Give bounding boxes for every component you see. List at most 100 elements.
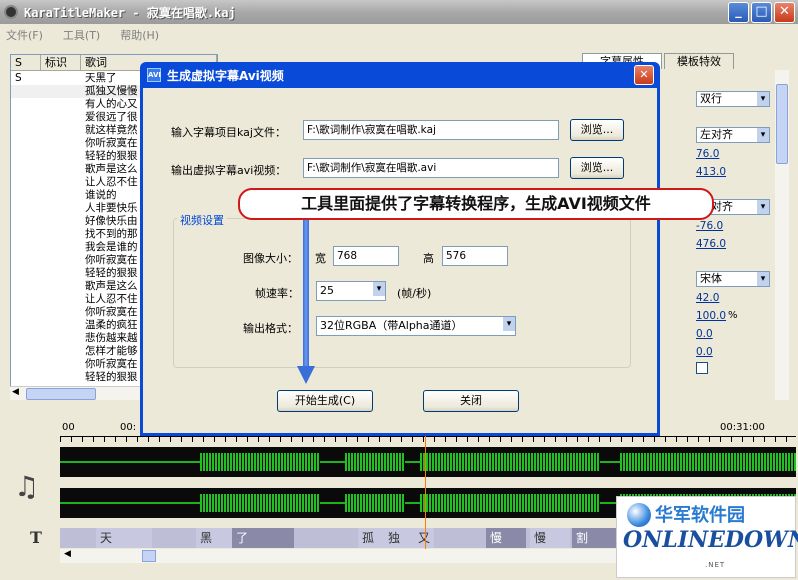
pos-y-value[interactable]: 413.0 [696,166,726,178]
browse-output-button[interactable]: 浏览... [570,157,624,179]
tab-template-effects[interactable]: 模板特效 [664,53,734,69]
lyric-row-s [11,111,41,124]
text-track-icon: T [30,528,42,547]
globe-icon [627,503,651,527]
font-size-value[interactable]: 42.0 [696,292,719,304]
text-segment[interactable]: 黑 [196,528,232,548]
pos-x-value[interactable]: 76.0 [696,148,719,160]
lyric-row-id [41,241,81,254]
lyric-row-id [41,293,81,306]
height-field[interactable]: 576 [442,246,508,266]
lyric-row-id [41,111,81,124]
generate-avi-dialog: AVI 生成虚拟字幕Avi视频 ✕ 输入字幕项目kaj文件： F:\歌词制作\寂… [140,62,660,436]
width-label: 宽 [315,252,326,265]
text-segment[interactable]: 慢 [486,528,526,548]
text-segment[interactable]: 割 [572,528,620,548]
lyric-row-id [41,332,81,345]
text-segment[interactable]: 天 [96,528,152,548]
lyric-row-id [41,85,81,98]
props-vscrollbar[interactable] [775,70,789,400]
watermark-logo: 华军软件园 ONLINEDOWN .NET [616,496,798,578]
lyric-row-s [11,163,41,176]
lyric-row-id [41,189,81,202]
lyric-row-s [11,345,41,358]
lyric-row-s [11,306,41,319]
menu-help[interactable]: 帮助(H) [120,27,159,43]
lyric-row-id [41,137,81,150]
text-segment[interactable]: 独 [384,528,414,548]
lyric-row-id [41,150,81,163]
browse-input-button[interactable]: 浏览... [570,119,624,141]
pos2-y-value[interactable]: 476.0 [696,238,726,250]
minimize-button[interactable]: _ [728,2,749,23]
app-icon [4,5,18,19]
lyric-row-s [11,319,41,332]
timeline-ticks [60,436,796,442]
align-select[interactable]: 左对齐 [696,127,770,143]
timeline-hscrollbar[interactable]: ◀ [60,549,620,563]
lyric-row-s [11,228,41,241]
width-field[interactable]: 768 [333,246,399,266]
input-file-field[interactable]: F:\歌词制作\寂寞在唱歌.kaj [303,120,559,140]
scale-value[interactable]: 100.0 [696,310,726,322]
lyric-row-id [41,319,81,332]
lyric-row-s [11,241,41,254]
lyric-row-s [11,293,41,306]
height-label: 高 [423,252,434,265]
lyric-row-id [41,124,81,137]
maximize-button[interactable]: □ [751,2,772,23]
avi-icon: AVI [147,68,161,82]
lyric-row-s [11,267,41,280]
offset-y-value[interactable]: 0.0 [696,346,713,358]
audio-waveform-left[interactable] [60,447,796,477]
window-titlebar: KaraTitleMaker - 寂寞在唱歌.kaj [0,0,798,24]
lyric-row-id [41,280,81,293]
watermark-sub: .NET [705,561,726,569]
output-file-label: 输出虚拟字幕avi视频： [171,164,287,177]
music-note-icon: ♫ [14,470,40,503]
menu-tools[interactable]: 工具(T) [63,27,100,43]
start-generate-button[interactable]: 开始生成(C) [277,390,373,412]
text-track[interactable]: 天 黑 了 孤 独 又 慢 慢 割 [60,528,620,548]
lyrics-hscroll-thumb[interactable] [26,388,96,400]
scroll-left-arrow-icon[interactable]: ◀ [12,387,19,397]
font-select[interactable]: 宋体 [696,271,770,287]
watermark-cn: 华军软件园 [655,505,745,526]
pos2-x-value[interactable]: -76.0 [696,220,723,232]
dialog-close-icon[interactable]: ✕ [634,65,654,85]
lyric-row-s [11,150,41,163]
lyric-row-id [41,345,81,358]
timeline-scroll-thumb[interactable] [142,550,156,562]
playhead-line[interactable] [425,432,426,550]
format-select[interactable]: 32位RGBA（带Alpha通道） [316,316,516,336]
lyric-row-s [11,358,41,371]
text-segment[interactable]: 慢 [530,528,570,548]
col-id[interactable]: 标识 [41,55,81,70]
dialog-body: 输入字幕项目kaj文件： F:\歌词制作\寂寞在唱歌.kaj 浏览... 输出虚… [143,88,657,433]
fps-select[interactable]: 25 [316,281,386,301]
menubar: 文件(F) 工具(T) 帮助(H) [0,24,798,46]
lyric-row-id [41,306,81,319]
dialog-titlebar: AVI 生成虚拟字幕Avi视频 [143,62,657,88]
scroll-left-arrow-icon[interactable]: ◀ [64,549,71,559]
window-title: KaraTitleMaker - 寂寞在唱歌.kaj [24,5,236,20]
lyric-row-s [11,371,41,384]
output-file-field[interactable]: F:\歌词制作\寂寞在唱歌.avi [303,158,559,178]
option-checkbox[interactable] [696,362,708,374]
props-vscroll-thumb[interactable] [776,84,788,164]
fps-label: 帧速率： [255,287,299,300]
video-settings-label: 视频设置 [177,212,227,228]
close-dialog-button[interactable]: 关闭 [423,390,519,412]
col-s[interactable]: S [11,55,41,70]
lyric-row-id [41,358,81,371]
text-segment[interactable]: 孤 [358,528,384,548]
lyric-row-id [41,228,81,241]
lyric-row-s [11,124,41,137]
offset-x-value[interactable]: 0.0 [696,328,713,340]
text-segment[interactable]: 又 [414,528,434,548]
menu-file[interactable]: 文件(F) [6,27,43,43]
close-button[interactable]: ✕ [774,2,795,23]
text-segment[interactable]: 了 [232,528,294,548]
percent-sign: % [728,310,738,321]
display-mode-select[interactable]: 双行 [696,91,770,107]
